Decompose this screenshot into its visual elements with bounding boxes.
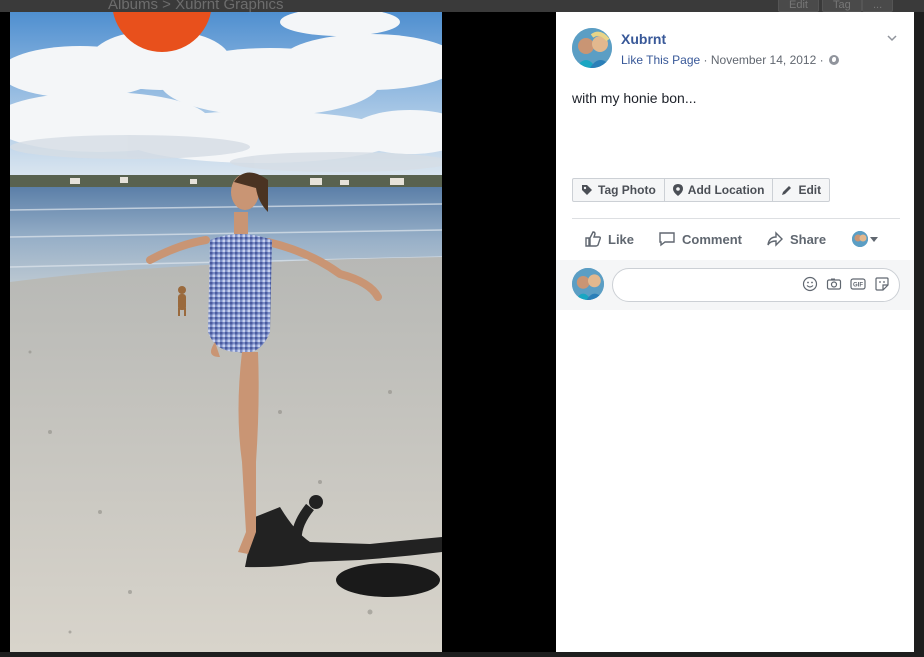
photo-stage[interactable] (0, 12, 556, 652)
author-avatar[interactable] (572, 28, 612, 68)
comment-input-icons: GIF (802, 276, 890, 292)
commenter-avatar-image (572, 268, 604, 300)
svg-text:GIF: GIF (853, 283, 863, 289)
tag-photo-label: Tag Photo (598, 183, 656, 197)
avatar-image (572, 28, 612, 68)
gif-icon[interactable]: GIF (850, 276, 866, 292)
post-side-panel: Xubrnt Like This Page · November 14, 201… (556, 12, 914, 652)
mini-avatar (852, 231, 869, 247)
post-text: with my honie bon... (572, 90, 697, 106)
comment-button[interactable]: Comment (658, 224, 742, 254)
emoji-icon[interactable] (802, 276, 818, 292)
photo-action-bar: Tag Photo Add Location Edit (572, 178, 831, 202)
bg-edit-button[interactable]: Edit (778, 0, 819, 12)
edit-label: Edit (798, 183, 822, 197)
like-button[interactable]: Like (584, 224, 634, 254)
photo-lightbox: Albums > Xubrnt Graphics Edit Tag ... Xu… (0, 0, 924, 657)
author-name-link[interactable]: Xubrnt (621, 31, 666, 47)
post-meta: Like This Page · November 14, 2012 · (621, 53, 839, 67)
caret-down-icon (870, 236, 879, 242)
sticker-icon[interactable] (874, 276, 890, 292)
thumbs-up-icon (585, 231, 602, 247)
commenter-avatar (572, 268, 604, 300)
divider (572, 218, 900, 219)
comment-label: Comment (682, 231, 742, 247)
edit-button[interactable]: Edit (772, 178, 831, 202)
meta-separator: · (703, 53, 708, 67)
post-date-link[interactable]: November 14, 2012 (711, 53, 816, 67)
post-as-selector[interactable] (852, 231, 879, 247)
beach-photo-image (10, 12, 442, 652)
comment-bubble-icon (659, 232, 675, 247)
tag-photo-button[interactable]: Tag Photo (572, 178, 665, 202)
camera-icon[interactable] (826, 276, 842, 292)
photo[interactable] (10, 12, 442, 652)
add-location-label: Add Location (687, 183, 765, 197)
chevron-down-icon[interactable] (886, 32, 898, 44)
bg-more-button[interactable]: ... (862, 0, 894, 12)
post-header: Xubrnt Like This Page · November 14, 201… (572, 28, 902, 72)
comment-composer: GIF (556, 260, 914, 310)
right-edge-strip (914, 12, 924, 652)
pencil-icon (782, 186, 792, 195)
bg-tag-button[interactable]: Tag (822, 0, 862, 12)
share-arrow-icon (767, 231, 783, 247)
share-button[interactable]: Share (766, 224, 826, 254)
globe-icon[interactable] (828, 55, 839, 65)
mini-avatar-image (852, 231, 869, 247)
location-pin-icon (672, 184, 683, 196)
like-label: Like (608, 231, 635, 247)
reaction-bar: Like Comment Share (572, 224, 902, 254)
like-page-link[interactable]: Like This Page (621, 53, 700, 67)
share-label: Share (789, 231, 827, 247)
tag-icon (582, 185, 592, 195)
meta-separator-2: · (819, 53, 824, 67)
add-location-button[interactable]: Add Location (663, 178, 774, 202)
